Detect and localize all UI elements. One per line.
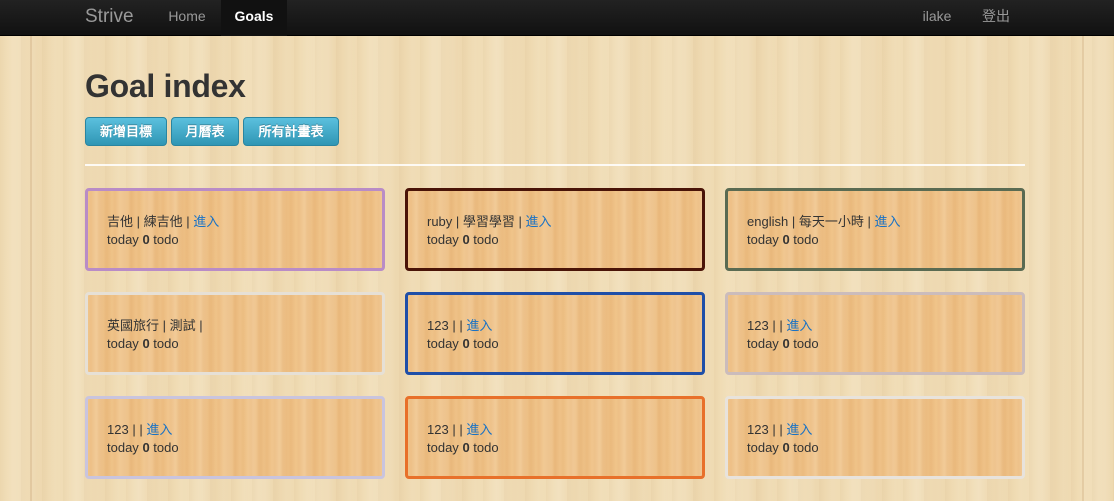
- goal-card: 123 | | 進入 today 0 todo: [85, 396, 385, 479]
- todo-prefix: today: [747, 336, 779, 351]
- brand-logo[interactable]: Strive: [85, 0, 134, 36]
- nav-item-user[interactable]: ilake: [912, 0, 962, 36]
- nav-item-goals[interactable]: Goals: [221, 0, 287, 36]
- plank-seam: [30, 36, 32, 501]
- todo-suffix: todo: [153, 336, 179, 351]
- goal-card: 123 | | 進入 today 0 todo: [405, 396, 705, 479]
- todo-prefix: today: [107, 336, 139, 351]
- todo-suffix: todo: [473, 336, 499, 351]
- todo-count-value: 0: [462, 232, 470, 247]
- todo-suffix: todo: [473, 440, 499, 455]
- goal-title: 123: [747, 318, 769, 333]
- goal-description: 每天一小時: [798, 214, 864, 229]
- goal-title: ruby: [427, 214, 453, 229]
- goal-enter-link[interactable]: 進入: [146, 422, 172, 437]
- goal-header: 123 | | 進入: [747, 318, 813, 333]
- goal-todo-count: today 0 todo: [107, 336, 179, 351]
- page-title: Goal index: [85, 68, 246, 104]
- goal-title: 123: [427, 422, 449, 437]
- top-navbar: Strive Home Goals ilake 登出: [0, 0, 1114, 36]
- goal-todo-count: today 0 todo: [427, 232, 499, 247]
- calendar-button[interactable]: 月曆表: [171, 117, 239, 146]
- todo-count-value: 0: [142, 440, 150, 455]
- goal-enter-link[interactable]: 進入: [786, 422, 812, 437]
- todo-count-value: 0: [462, 336, 470, 351]
- goal-card: ruby | 學習學習 | 進入 today 0 todo: [405, 188, 705, 271]
- goal-title: 123: [427, 318, 449, 333]
- goal-header: 123 | | 進入: [427, 422, 493, 437]
- goal-enter-link[interactable]: 進入: [466, 318, 492, 333]
- todo-prefix: today: [427, 232, 459, 247]
- todo-prefix: today: [427, 440, 459, 455]
- todo-prefix: today: [427, 336, 459, 351]
- goal-header: 123 | | 進入: [427, 318, 493, 333]
- nav-item-home[interactable]: Home: [154, 0, 220, 36]
- goal-card: english | 每天一小時 | 進入 today 0 todo: [725, 188, 1025, 271]
- todo-count-value: 0: [782, 336, 790, 351]
- goal-enter-link[interactable]: 進入: [526, 214, 552, 229]
- goal-header: 123 | | 進入: [107, 422, 173, 437]
- goal-header: 英國旅行 | 測試 |: [107, 318, 203, 333]
- goal-card: 123 | | 進入 today 0 todo: [725, 292, 1025, 375]
- goal-todo-count: today 0 todo: [427, 336, 499, 351]
- todo-prefix: today: [107, 440, 139, 455]
- goal-header: english | 每天一小時 | 進入: [747, 214, 901, 229]
- goal-description: 測試: [169, 318, 196, 333]
- goal-description: 練吉他: [143, 214, 183, 229]
- todo-suffix: todo: [793, 232, 819, 247]
- goal-title: 123: [107, 422, 129, 437]
- goal-card: 吉他 | 練吉他 | 進入 today 0 todo: [85, 188, 385, 271]
- todo-count-value: 0: [782, 440, 790, 455]
- goal-header: 吉他 | 練吉他 | 進入: [107, 214, 220, 229]
- section-divider: [85, 164, 1025, 166]
- todo-suffix: todo: [473, 232, 499, 247]
- goal-enter-link[interactable]: 進入: [874, 214, 900, 229]
- todo-count-value: 0: [782, 232, 790, 247]
- todo-count-value: 0: [462, 440, 470, 455]
- todo-count-value: 0: [142, 336, 150, 351]
- goal-todo-count: today 0 todo: [107, 232, 179, 247]
- nav-item-logout[interactable]: 登出: [972, 0, 1020, 36]
- goal-description: 學習學習: [462, 214, 515, 229]
- goal-todo-count: today 0 todo: [107, 440, 179, 455]
- goal-header: ruby | 學習學習 | 進入: [427, 214, 552, 229]
- todo-prefix: today: [747, 440, 779, 455]
- todo-suffix: todo: [793, 440, 819, 455]
- all-plans-button[interactable]: 所有計畫表: [243, 117, 339, 146]
- todo-prefix: today: [747, 232, 779, 247]
- goal-title: 英國旅行: [107, 318, 160, 333]
- goal-enter-link[interactable]: 進入: [193, 214, 219, 229]
- todo-suffix: todo: [153, 440, 179, 455]
- goal-todo-count: today 0 todo: [747, 440, 819, 455]
- goal-todo-count: today 0 todo: [747, 232, 819, 247]
- goal-enter-link[interactable]: 進入: [786, 318, 812, 333]
- goal-title: 123: [747, 422, 769, 437]
- goal-card: 英國旅行 | 測試 | today 0 todo: [85, 292, 385, 375]
- todo-suffix: todo: [793, 336, 819, 351]
- plank-seam: [1082, 36, 1084, 501]
- goal-card: 123 | | 進入 today 0 todo: [405, 292, 705, 375]
- goal-todo-count: today 0 todo: [427, 440, 499, 455]
- goal-title: 吉他: [107, 214, 134, 229]
- goal-card: 123 | | 進入 today 0 todo: [725, 396, 1025, 479]
- new-goal-button[interactable]: 新增目標: [85, 117, 167, 146]
- goal-title: english: [747, 214, 789, 229]
- todo-count-value: 0: [142, 232, 150, 247]
- goal-todo-count: today 0 todo: [747, 336, 819, 351]
- todo-suffix: todo: [153, 232, 179, 247]
- todo-prefix: today: [107, 232, 139, 247]
- goal-enter-link[interactable]: 進入: [466, 422, 492, 437]
- goal-header: 123 | | 進入: [747, 422, 813, 437]
